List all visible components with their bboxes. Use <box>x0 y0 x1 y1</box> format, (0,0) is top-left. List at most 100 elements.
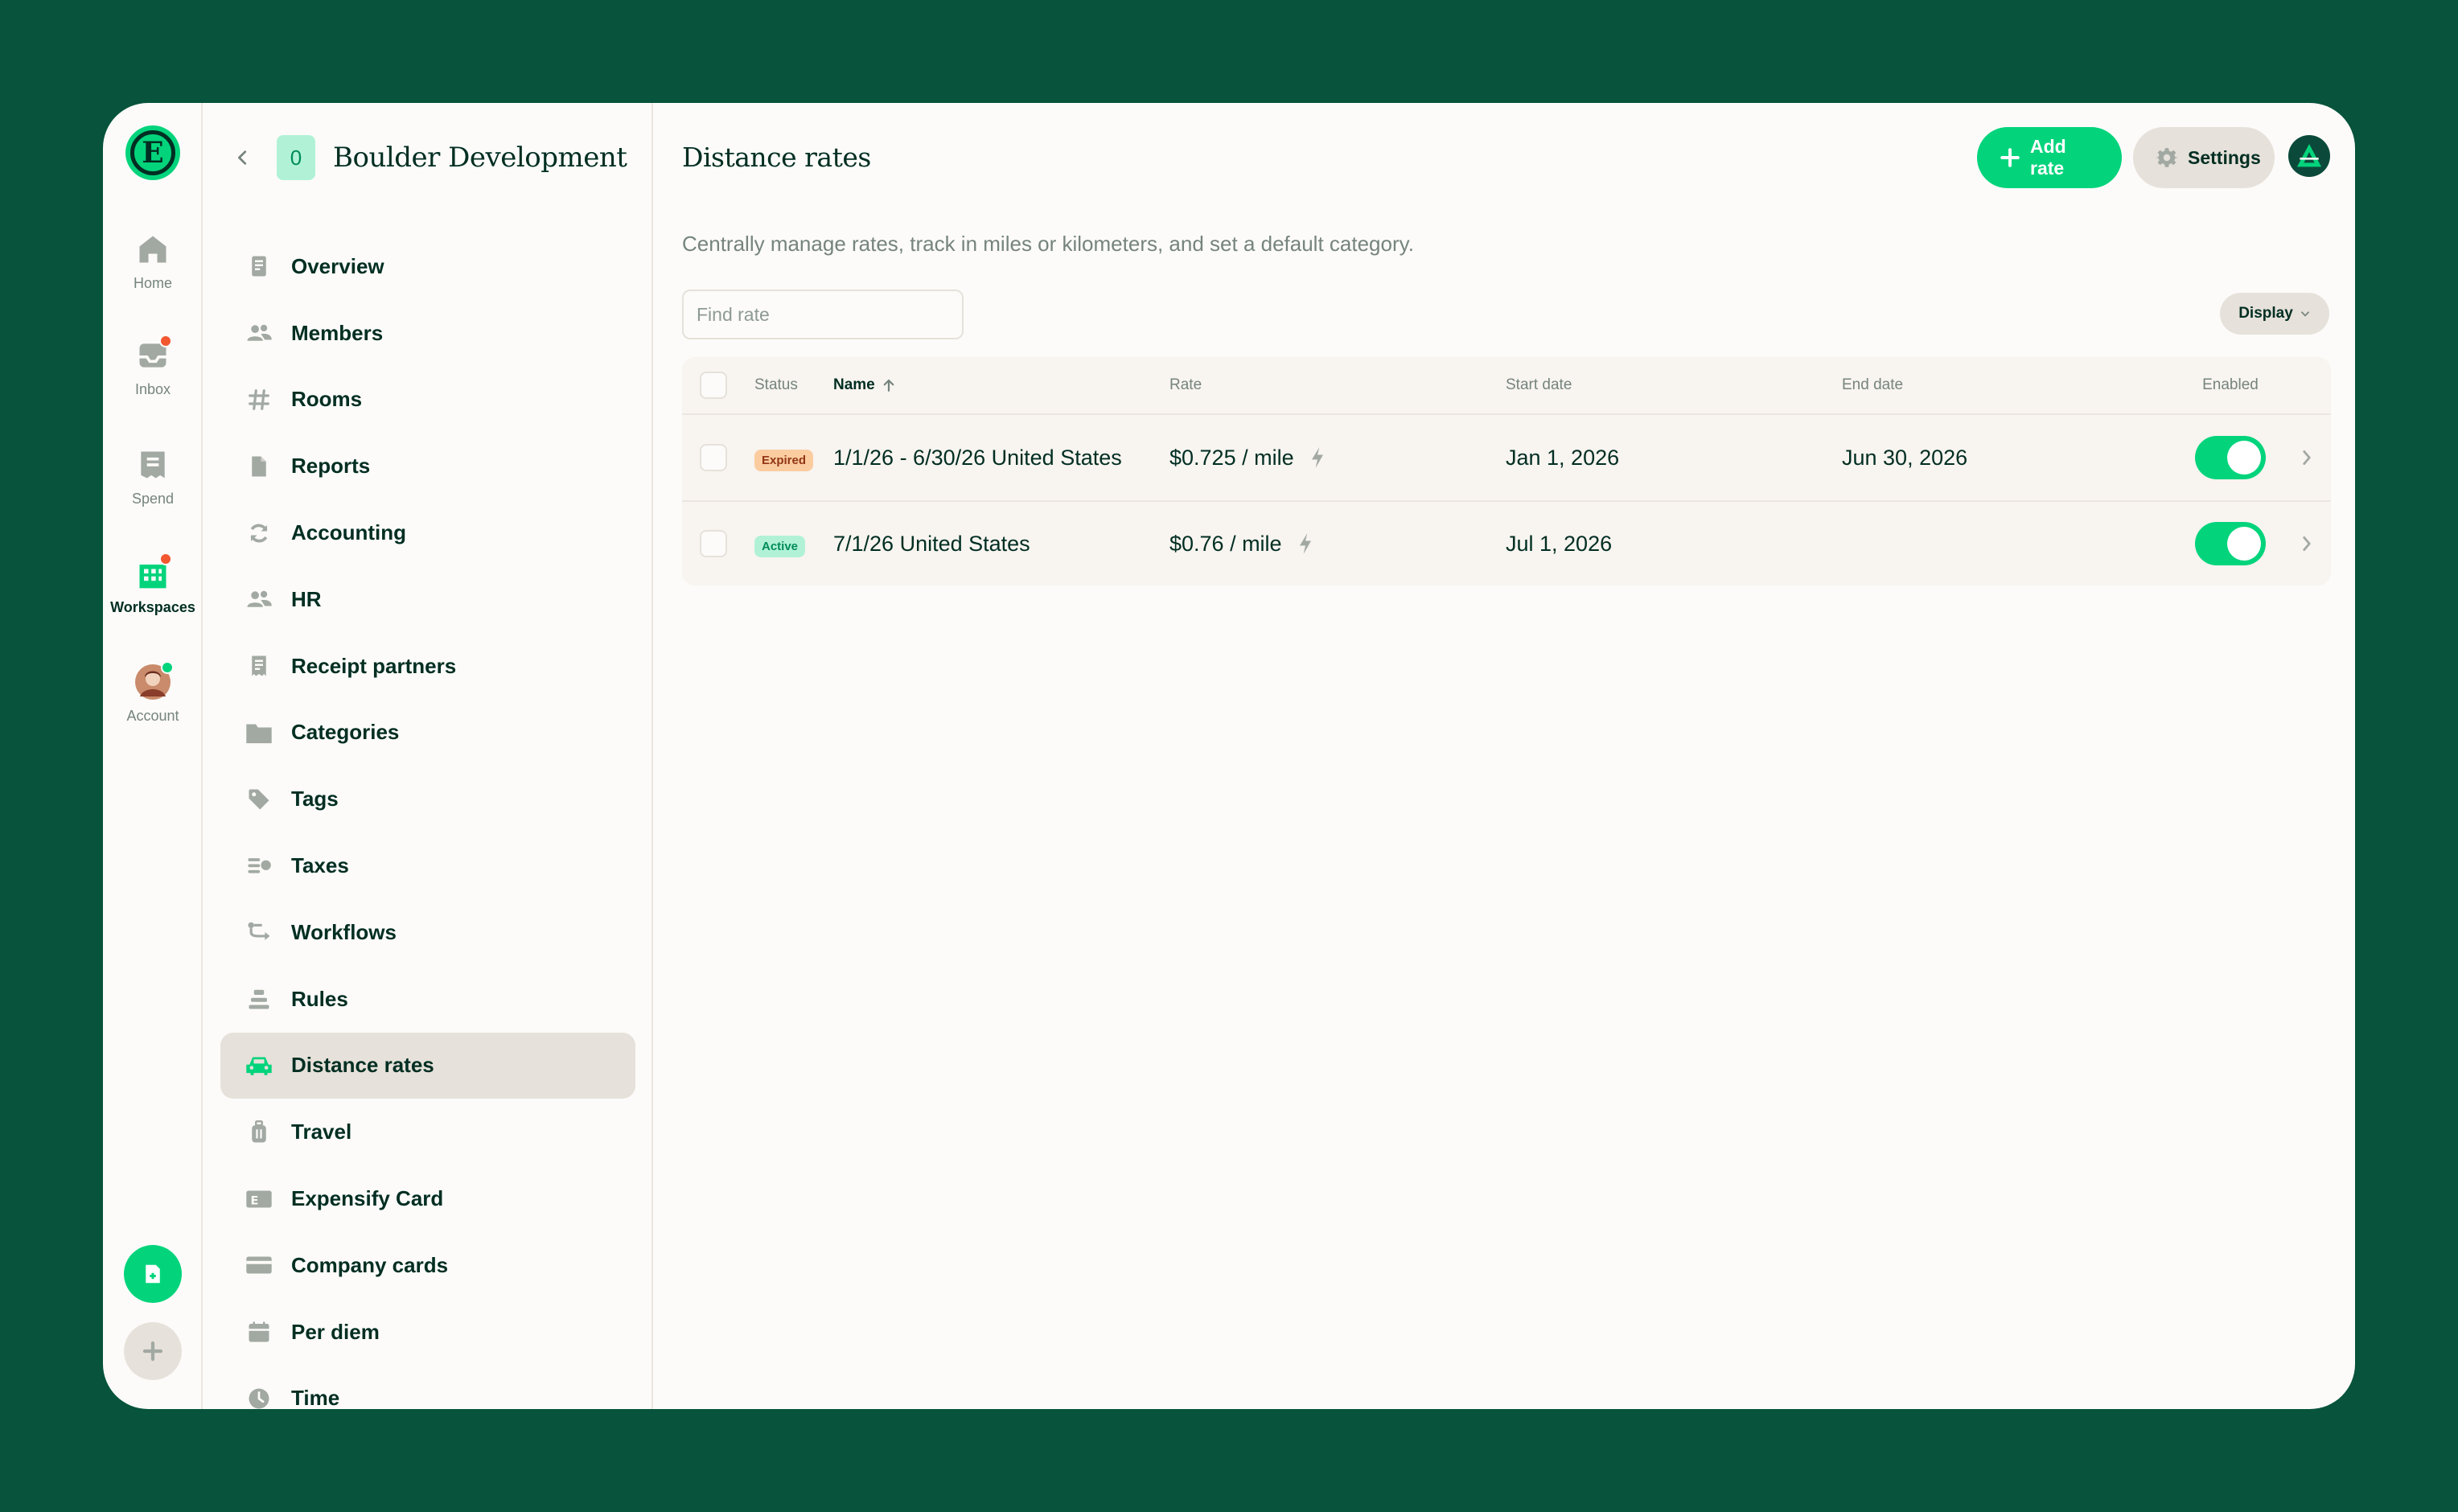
main-content: Distance rates Add rate Settings Central… <box>653 103 2355 1409</box>
rate-name: 1/1/26 - 6/30/26 United States <box>833 445 1122 470</box>
status-badge: Active <box>754 535 806 557</box>
nav-label: Rules <box>291 986 348 1011</box>
chevron-down-icon <box>2300 308 2311 319</box>
row-checkbox[interactable] <box>700 530 727 557</box>
nav-item-overview[interactable]: Overview <box>220 233 635 300</box>
rail-item-account[interactable]: Account <box>103 661 203 725</box>
workspace-name: Boulder Development <box>333 142 627 174</box>
add-rate-label: Add rate <box>2030 136 2066 179</box>
nav-item-company-cards[interactable]: Company cards <box>220 1232 635 1299</box>
nav-label: Accounting <box>291 520 406 545</box>
nav-label: Categories <box>291 720 400 745</box>
create-button[interactable] <box>124 1245 182 1303</box>
rail-item-spend[interactable]: Spend <box>103 447 203 507</box>
rate-value: $0.76 / mile <box>1169 531 1282 556</box>
expensify-logo[interactable]: E <box>125 125 180 180</box>
nav-item-distance-rates[interactable]: Distance rates <box>220 1032 635 1099</box>
arrow-up-icon <box>882 377 896 393</box>
nav-label: Overview <box>291 253 384 278</box>
nav-item-receipt-partners[interactable]: Receipt partners <box>220 633 635 700</box>
workspace-sidebar: 0 Boulder Development Overview Members R… <box>203 103 653 1409</box>
status-badge: Expired <box>754 449 814 471</box>
nav-label: Receipt partners <box>291 653 457 678</box>
nav-item-tags[interactable]: Tags <box>220 766 635 832</box>
nav-item-reports[interactable]: Reports <box>220 433 635 499</box>
nav-label: Travel <box>291 1120 352 1144</box>
nav-item-time[interactable]: Time <box>220 1366 635 1409</box>
enabled-toggle[interactable] <box>2195 436 2266 479</box>
nav-label: HR <box>291 586 322 611</box>
display-label: Display <box>2238 305 2293 322</box>
rail-label-account: Account <box>126 708 179 724</box>
find-rate-input[interactable] <box>682 290 964 339</box>
nav-item-taxes[interactable]: Taxes <box>220 832 635 899</box>
inbox-icon <box>135 335 172 373</box>
workspace-header: 0 Boulder Development <box>232 135 627 180</box>
rail-item-home[interactable]: Home <box>103 232 203 292</box>
column-status: Status <box>754 376 798 393</box>
page-title: Distance rates <box>682 142 871 173</box>
column-rate: Rate <box>1169 376 1202 393</box>
distance-rates-table: Status Name Rate Start date End date Ena… <box>682 357 2331 585</box>
chevron-right-icon[interactable] <box>2283 533 2331 554</box>
account-avatar-icon <box>2297 144 2321 167</box>
select-all-checkbox[interactable] <box>700 372 727 399</box>
calendar-icon <box>245 1317 273 1346</box>
nav-item-hr[interactable]: HR <box>220 566 635 633</box>
nav-item-rules[interactable]: Rules <box>220 966 635 1033</box>
nav-label: Time <box>291 1386 340 1409</box>
rail-item-workspaces[interactable]: Workspaces <box>103 553 203 616</box>
chevron-left-icon <box>238 150 247 165</box>
nav-item-per-diem[interactable]: Per diem <box>220 1299 635 1366</box>
rail-label-inbox: Inbox <box>134 381 171 397</box>
rate-value: $0.725 / mile <box>1169 445 1294 470</box>
nav-label: Distance rates <box>291 1053 434 1078</box>
account-status-dot <box>161 661 174 674</box>
svg-text:E: E <box>251 1194 259 1207</box>
column-name-sort[interactable]: Name <box>833 376 1169 394</box>
credit-card-icon <box>245 1251 273 1280</box>
workspace-nav: Overview Members Rooms Reports Accountin… <box>220 233 635 1409</box>
start-date: Jul 1, 2026 <box>1506 531 1613 556</box>
nav-item-rooms[interactable]: Rooms <box>220 367 635 433</box>
receipt-icon <box>245 651 273 680</box>
nav-label: Members <box>291 320 384 345</box>
nav-item-accounting[interactable]: Accounting <box>220 499 635 566</box>
nav-item-travel[interactable]: Travel <box>220 1099 635 1165</box>
table-row[interactable]: Expired 1/1/26 - 6/30/26 United States $… <box>682 415 2331 500</box>
nav-item-members[interactable]: Members <box>220 300 635 367</box>
nav-item-categories[interactable]: Categories <box>220 700 635 766</box>
sync-icon <box>245 519 273 548</box>
car-icon <box>245 1051 273 1080</box>
chevron-right-icon[interactable] <box>2283 447 2331 468</box>
enabled-toggle[interactable] <box>2195 522 2266 565</box>
add-button[interactable] <box>124 1322 182 1380</box>
nav-item-workflows[interactable]: Workflows <box>220 899 635 966</box>
display-button[interactable]: Display <box>2220 293 2329 335</box>
lightning-icon <box>1297 532 1314 555</box>
end-date: Jun 30, 2026 <box>1842 445 1968 470</box>
profile-avatar[interactable] <box>2288 135 2330 177</box>
luggage-icon <box>245 1118 273 1147</box>
clock-icon <box>245 1384 273 1409</box>
column-name-label: Name <box>833 376 875 393</box>
plus-icon <box>2000 147 2020 168</box>
home-icon <box>135 232 171 267</box>
back-button[interactable] <box>232 146 254 169</box>
settings-button[interactable]: Settings <box>2133 127 2275 188</box>
building-icon <box>135 553 172 591</box>
rules-icon <box>245 984 273 1013</box>
start-date: Jan 1, 2026 <box>1506 445 1620 470</box>
app-window: E Home Inbox Spend Workspaces Account 0 … <box>103 103 2355 1409</box>
table-row[interactable]: Active 7/1/26 United States $0.76 / mile… <box>682 500 2331 585</box>
rail-item-inbox[interactable]: Inbox <box>103 335 203 398</box>
column-enabled: Enabled <box>2202 376 2259 393</box>
row-checkbox[interactable] <box>700 444 727 471</box>
hashtag-icon <box>245 385 273 414</box>
nav-label: Tags <box>291 787 339 811</box>
left-rail: E Home Inbox Spend Workspaces Account <box>103 103 203 1409</box>
add-rate-button[interactable]: Add rate <box>1977 127 2122 188</box>
nav-item-expensify-card[interactable]: E Expensify Card <box>220 1165 635 1232</box>
gear-icon <box>2156 146 2178 169</box>
document-icon <box>245 252 273 281</box>
